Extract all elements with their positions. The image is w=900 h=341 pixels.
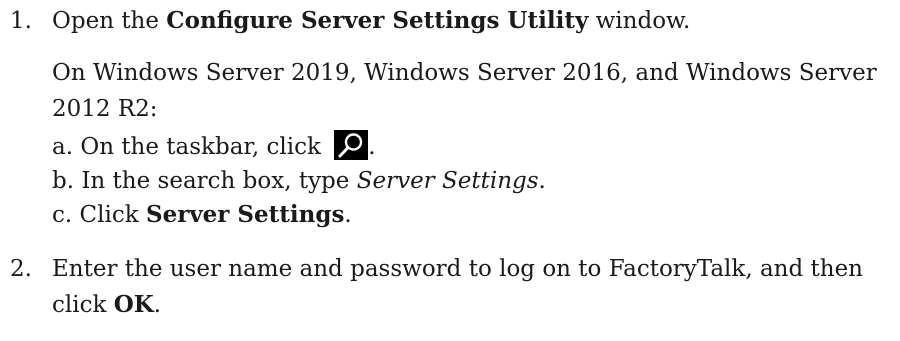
- substep-c-text: c. Click: [52, 202, 146, 228]
- step-2-line-2: click OK.: [52, 290, 161, 320]
- step-2-number: 2.: [10, 256, 32, 282]
- step-1-intro: Open the Configure Server Settings Utili…: [52, 6, 690, 36]
- utility-name: Configure Server Settings Utility: [166, 7, 589, 34]
- step-2-line-2-text: click: [52, 292, 114, 318]
- step-2-line-1: Enter the user name and password to log …: [52, 256, 863, 282]
- substep-c: c. Click Server Settings.: [52, 200, 352, 230]
- os-note-line-1: On Windows Server 2019, Windows Server 2…: [52, 60, 877, 86]
- os-note-line-2: 2012 R2:: [52, 96, 158, 122]
- step-1-intro-text: Open the: [52, 8, 167, 34]
- substep-c-suffix: .: [344, 202, 352, 228]
- substep-a-suffix: .: [368, 134, 376, 160]
- substep-b-text: b. In the search box, type: [52, 168, 357, 194]
- search-term: Server Settings: [356, 168, 539, 194]
- step-2-line-2-suffix: .: [153, 292, 162, 318]
- substep-b: b. In the search box, type Server Settin…: [52, 166, 546, 196]
- step-1-number: 1.: [10, 8, 32, 34]
- server-settings-result: Server Settings: [145, 201, 345, 228]
- substep-b-suffix: .: [538, 168, 546, 194]
- search-icon: [334, 130, 369, 160]
- step-1-intro-suffix: window.: [588, 8, 691, 34]
- instruction-document: 1. Open the Configure Server Settings Ut…: [0, 0, 900, 341]
- substep-a: a. On the taskbar, click .: [52, 130, 376, 162]
- ok-button-reference: OK: [113, 291, 154, 318]
- substep-a-text: a. On the taskbar, click: [52, 134, 329, 160]
